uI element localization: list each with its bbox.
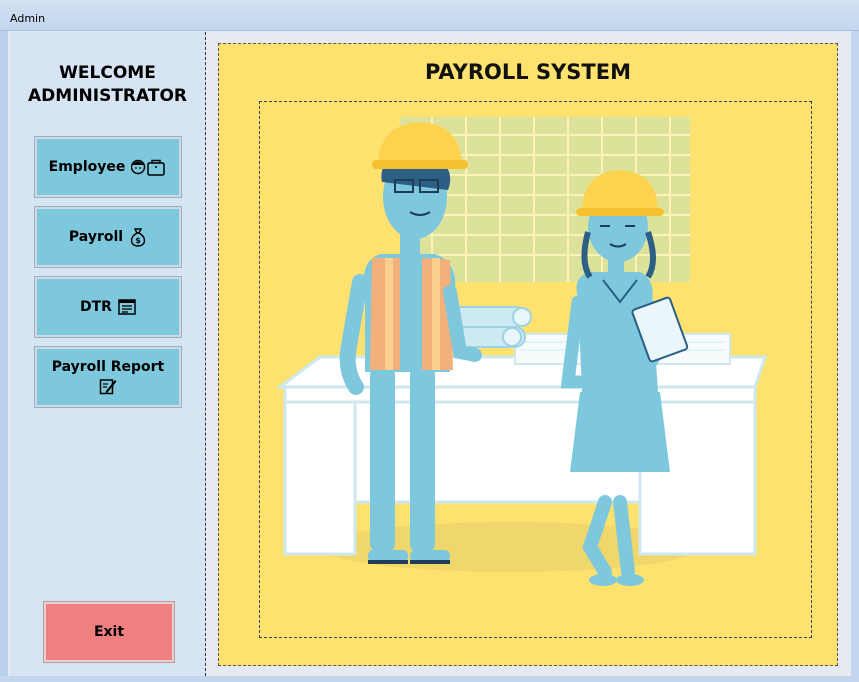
illustration-frame	[259, 101, 812, 638]
welcome-text: WELCOME ADMINISTRATOR	[10, 62, 205, 108]
edit-document-icon	[99, 377, 117, 395]
payroll-button-label: Payroll	[68, 229, 124, 245]
main-panel: PAYROLL SYSTEM	[218, 43, 838, 666]
exit-button[interactable]: Exit	[43, 601, 175, 663]
title-bar: Admin	[0, 0, 859, 31]
welcome-line-1: WELCOME	[59, 63, 156, 83]
svg-text:$: $	[135, 236, 141, 245]
workers-at-desk-illustration	[275, 117, 768, 586]
employee-button-label: Employee	[48, 159, 126, 175]
payroll-button[interactable]: Payroll $	[34, 206, 182, 268]
welcome-line-2: ADMINISTRATOR	[28, 86, 187, 106]
page-title: PAYROLL SYSTEM	[424, 60, 632, 84]
window-border-bottom	[0, 676, 859, 682]
employee-button[interactable]: Employee	[34, 136, 182, 198]
employee-icon	[131, 158, 167, 176]
sidebar: WELCOME ADMINISTRATOR Employee Payroll $…	[10, 32, 206, 676]
window-title: Admin	[10, 12, 46, 25]
dtr-button-label: DTR	[80, 299, 112, 315]
report-icon	[118, 299, 136, 315]
dtr-button[interactable]: DTR	[34, 276, 182, 338]
window-border-right	[851, 31, 859, 682]
payroll-report-button[interactable]: Payroll Report	[34, 346, 182, 408]
payroll-report-button-label: Payroll Report	[51, 359, 165, 375]
money-bag-icon: $	[129, 227, 147, 247]
